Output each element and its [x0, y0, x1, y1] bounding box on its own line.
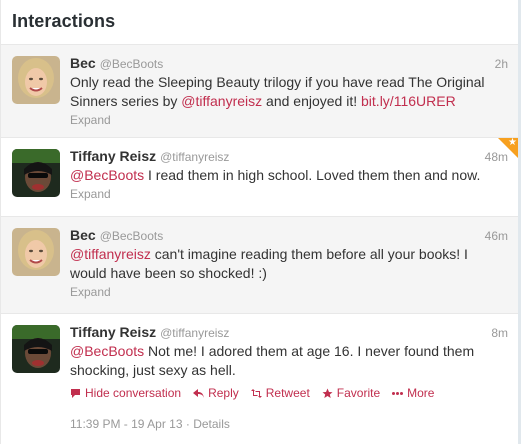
avatar[interactable]: [12, 325, 60, 373]
author-handle[interactable]: @tiffanyreisz: [160, 326, 229, 340]
separator: ·: [185, 417, 190, 431]
tweet-actions: Hide conversation Reply Retweet Favorite…: [70, 386, 508, 400]
page-title: Interactions: [12, 11, 116, 31]
expand-link[interactable]: Expand: [70, 284, 508, 300]
favorite-button[interactable]: Favorite: [322, 386, 380, 400]
tweet-time[interactable]: 46m: [485, 229, 508, 243]
tweet-text: @BecBoots I read them in high school. Lo…: [70, 167, 481, 183]
tweet-item[interactable]: Bec @BecBoots 2h Only read the Sleeping …: [1, 45, 518, 138]
tweet-meta: 11:39 PM - 19 Apr 13 · Details: [70, 417, 508, 431]
author-name[interactable]: Tiffany Reisz: [70, 148, 156, 164]
mention-link[interactable]: @tiffanyreisz: [181, 93, 262, 109]
avatar[interactable]: [12, 228, 60, 276]
tweet-text: @BecBoots Not me! I adored them at age 1…: [70, 343, 475, 378]
reply-button[interactable]: Reply: [193, 386, 239, 400]
retweet-icon: [250, 388, 262, 398]
retweet-button[interactable]: Retweet: [250, 386, 310, 400]
more-button[interactable]: More: [392, 386, 434, 400]
author-name[interactable]: Tiffany Reisz: [70, 324, 156, 340]
interactions-stream: Interactions Bec @BecBoots 2h Only read …: [0, 0, 521, 444]
tweet-timestamp[interactable]: 11:39 PM - 19 Apr 13: [70, 417, 183, 431]
reply-icon: [193, 388, 205, 398]
hide-conversation-button[interactable]: Hide conversation: [70, 386, 181, 400]
stream-header: Interactions: [1, 0, 518, 45]
tweet-time[interactable]: 2h: [495, 57, 508, 71]
author-name[interactable]: Bec: [70, 227, 96, 243]
star-icon: [322, 388, 333, 398]
expand-link[interactable]: Expand: [70, 112, 508, 128]
tweet-item-expanded[interactable]: Tiffany Reisz @tiffanyreisz 8m @BecBoots…: [1, 314, 518, 444]
author-handle[interactable]: @tiffanyreisz: [160, 150, 229, 164]
mention-link[interactable]: @tiffanyreisz: [70, 246, 151, 262]
speech-bubble-icon: [71, 388, 80, 398]
tweet-item[interactable]: Tiffany Reisz @tiffanyreisz 48m @BecBoot…: [1, 138, 518, 217]
tweet-text: Only read the Sleeping Beauty trilogy if…: [70, 74, 485, 109]
author-handle[interactable]: @BecBoots: [100, 57, 164, 71]
url-link[interactable]: bit.ly/116URER: [361, 93, 456, 109]
mention-link[interactable]: @BecBoots: [70, 343, 144, 359]
tweet-text: @tiffanyreisz can't imagine reading them…: [70, 246, 468, 281]
tweet-time[interactable]: 8m: [491, 326, 508, 340]
tweet-item[interactable]: Bec @BecBoots 46m @tiffanyreisz can't im…: [1, 217, 518, 314]
ellipsis-icon: [392, 391, 404, 395]
avatar[interactable]: [12, 56, 60, 104]
avatar[interactable]: [12, 149, 60, 197]
author-handle[interactable]: @BecBoots: [100, 229, 164, 243]
mention-link[interactable]: @BecBoots: [70, 167, 144, 183]
star-icon: ★: [508, 137, 517, 148]
author-name[interactable]: Bec: [70, 55, 96, 71]
expand-link[interactable]: Expand: [70, 186, 508, 202]
details-link[interactable]: Details: [193, 417, 230, 431]
